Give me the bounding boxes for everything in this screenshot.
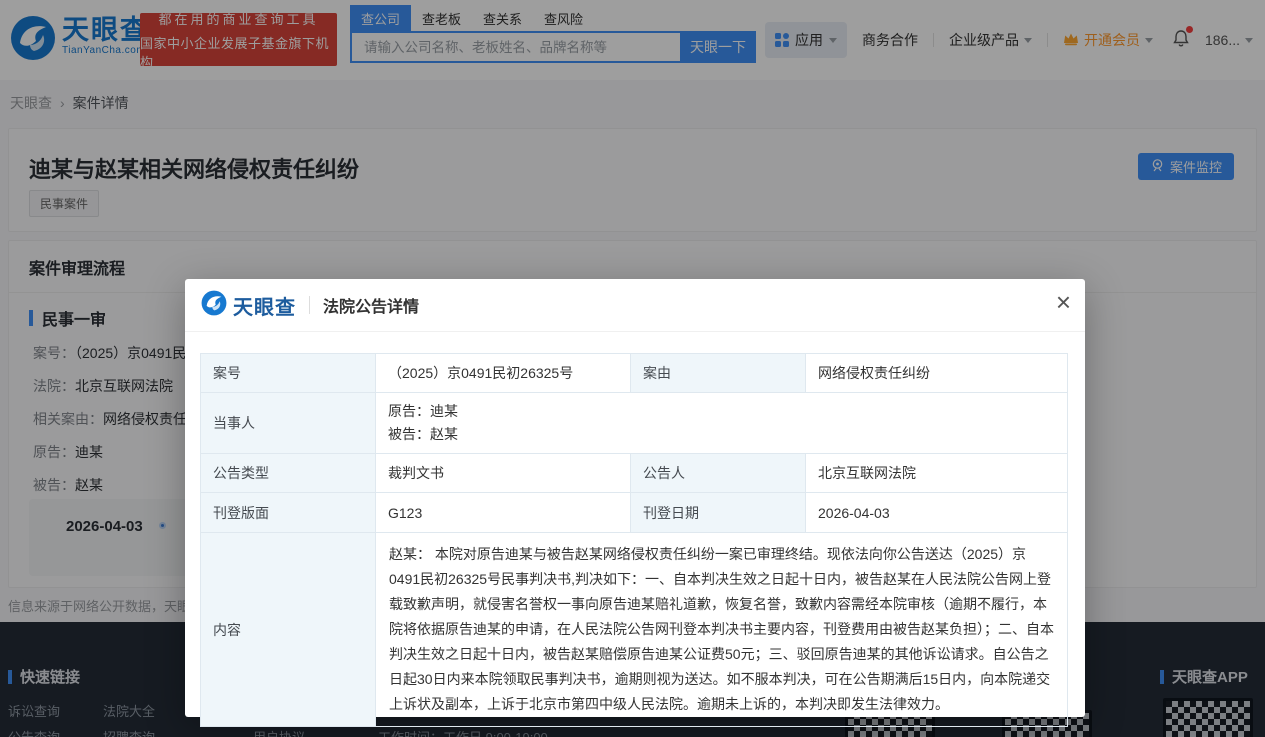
cause-label: 案由 [631,354,806,393]
close-icon[interactable]: × [1056,289,1071,315]
content-value: 赵某： 本院对原告迪某与被告赵某网络侵权责任纠纷一案已审理终结。现依法向你公告送… [376,533,1068,727]
publish-date-value: 2026-04-03 [806,493,1068,533]
table-row: 案号 （2025）京0491民初26325号 案由 网络侵权责任纠纷 [201,354,1068,393]
publish-page-label: 刊登版面 [201,493,376,533]
announcement-table: 案号 （2025）京0491民初26325号 案由 网络侵权责任纠纷 当事人 原… [200,353,1068,727]
table-row: 公告类型 裁判文书 公告人 北京互联网法院 [201,454,1068,493]
tianyancha-swirl-icon [201,290,227,321]
table-row: 当事人 原告：迪某 被告：赵某 [201,393,1068,454]
parties-value: 原告：迪某 被告：赵某 [376,393,1068,454]
table-row: 内容 赵某： 本院对原告迪某与被告赵某网络侵权责任纠纷一案已审理终结。现依法向你… [201,533,1068,727]
modal-title: 法院公告详情 [323,293,419,317]
divider [309,296,310,314]
parties-label: 当事人 [201,393,376,454]
cause-value: 网络侵权责任纠纷 [806,354,1068,393]
plaintiff-line: 原告：迪某 [388,400,1055,423]
page: 天眼查 TianYanCha.com 都在用的商业查询工具 国家中小企业发展子基… [0,0,1265,737]
modal-header: 天眼查 法院公告详情 × [185,279,1085,332]
defendant-line: 被告：赵某 [388,423,1055,446]
publish-page-value: G123 [376,493,631,533]
case-no-label: 案号 [201,354,376,393]
announcer-label: 公告人 [631,454,806,493]
case-no-value: （2025）京0491民初26325号 [376,354,631,393]
publish-date-label: 刊登日期 [631,493,806,533]
announcement-type-value: 裁判文书 [376,454,631,493]
modal-brand-name: 天眼查 [233,291,296,320]
announcement-type-label: 公告类型 [201,454,376,493]
announcer-value: 北京互联网法院 [806,454,1068,493]
content-label: 内容 [201,533,376,727]
court-announcement-modal: 天眼查 法院公告详情 × 案号 （2025）京0491民初26325号 案由 网… [185,279,1085,717]
table-row: 刊登版面 G123 刊登日期 2026-04-03 [201,493,1068,533]
